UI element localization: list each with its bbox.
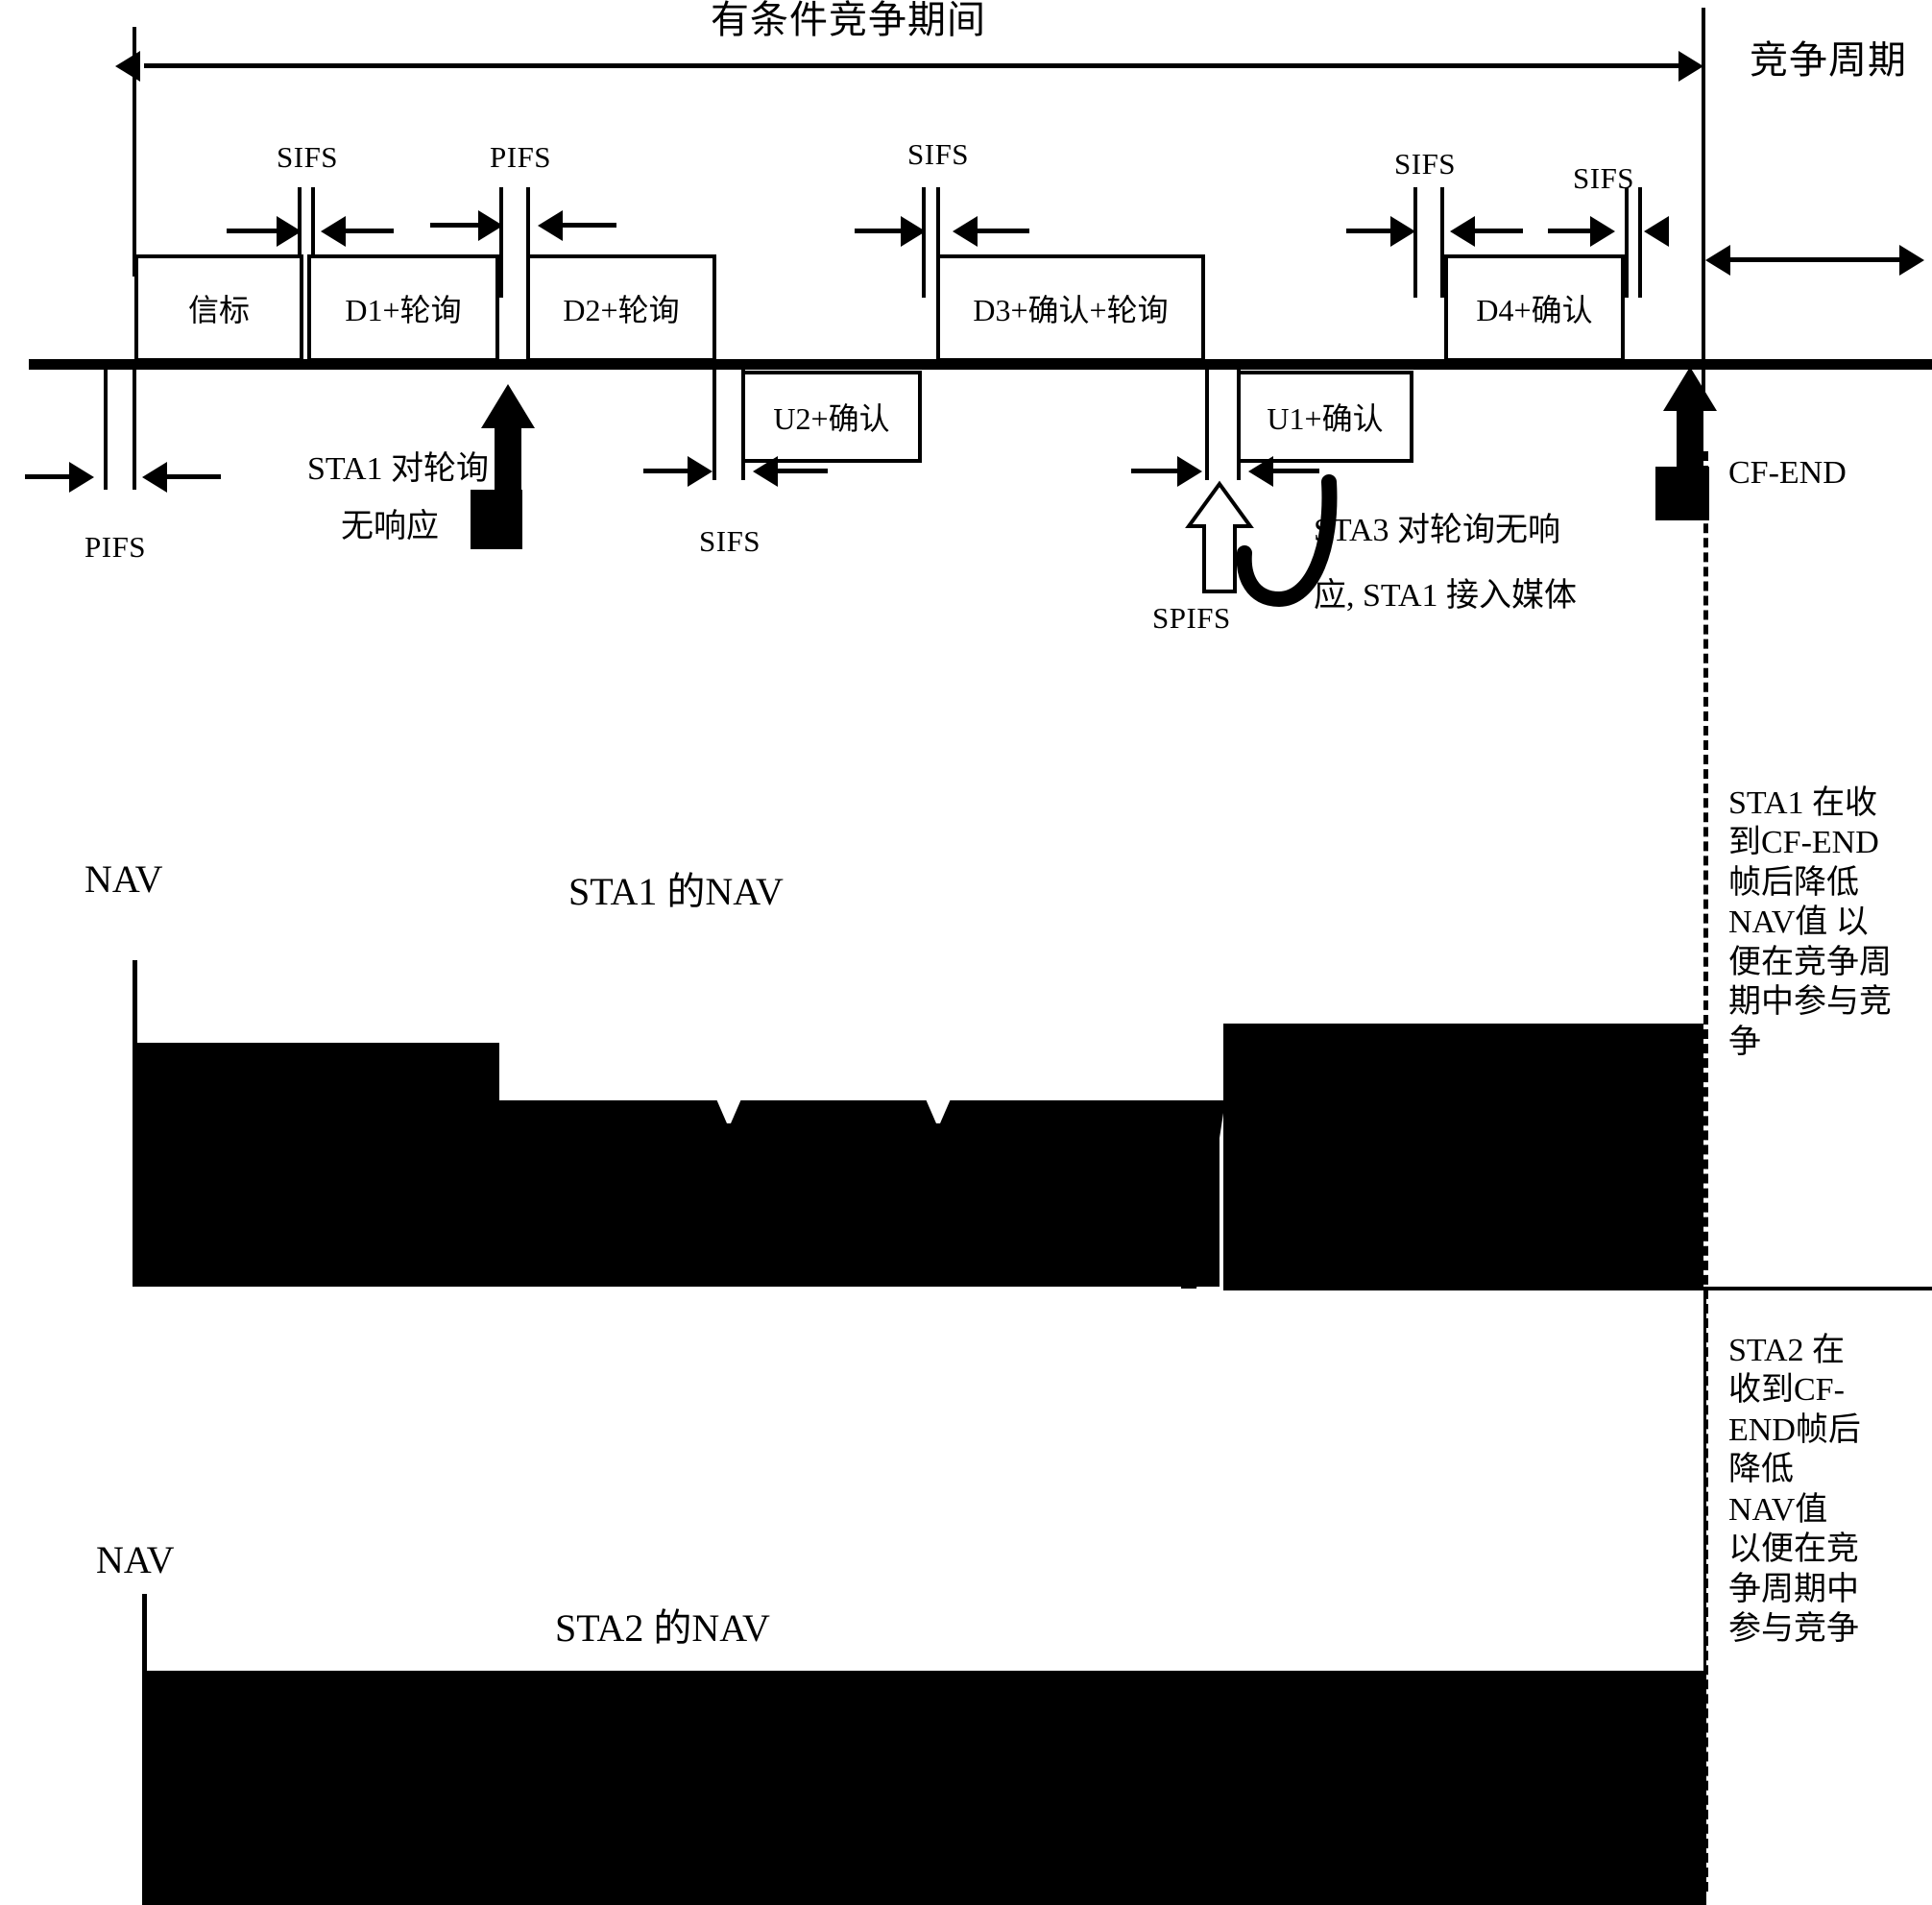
pifs1-arrow-right-shaft bbox=[557, 223, 616, 228]
spifs-tick-a bbox=[1205, 365, 1209, 480]
ifs-label-sifs5: SIFS bbox=[699, 524, 761, 558]
nav-chart-sta2-note-line-2: 收到CF- bbox=[1728, 1372, 1845, 1409]
frame-u2-label: U2+确认 bbox=[773, 401, 890, 436]
cfp-span-arrow-left bbox=[115, 51, 140, 82]
nav-chart-sta1-segment-mid bbox=[499, 1100, 1220, 1287]
sifs1-arrow-right-head bbox=[321, 216, 346, 247]
sifs3-arrow-right-shaft bbox=[1467, 229, 1523, 233]
frame-d3-label: D3+确认+轮询 bbox=[973, 293, 1169, 327]
nav-chart-sta1-axis-label: NAV bbox=[85, 857, 163, 901]
sifs5-tick-b bbox=[741, 365, 745, 480]
nav-chart-sta1-note-line-2: 到CF-END bbox=[1728, 825, 1879, 861]
nav-sections-divider bbox=[1703, 1287, 1932, 1290]
pifs0-tick-b bbox=[133, 365, 136, 490]
nav-chart-sta2-note-line-4: 降低 bbox=[1728, 1452, 1794, 1488]
nav-chart-sta2-segment-high bbox=[144, 1671, 1705, 1905]
annotation-sta3-no-response-line2: 应, STA1 接入媒体 bbox=[1314, 578, 1578, 614]
nav-chart-sta1-note-line-3: 帧后降低 bbox=[1728, 864, 1859, 901]
ifs-label-sifs1: SIFS bbox=[277, 140, 339, 174]
frame-d2-label: D2+轮询 bbox=[563, 293, 680, 327]
sifs5-tick-a bbox=[712, 365, 716, 480]
cp-span-arrow-left bbox=[1705, 245, 1730, 276]
nav-chart-sta2-note-line-5: NAV值 bbox=[1728, 1491, 1828, 1528]
sifs4-arrow-right-head bbox=[1644, 216, 1669, 247]
spifs-tick-b bbox=[1237, 365, 1241, 480]
sifs3-arrow-right-head bbox=[1450, 216, 1475, 247]
sifs5-arrow-right-shaft bbox=[772, 469, 828, 473]
frame-u2[interactable]: U2+确认 bbox=[741, 371, 922, 463]
sifs5-arrow-right-head bbox=[753, 456, 778, 487]
pifs1-tick-a bbox=[499, 187, 503, 298]
nav-chart-sta2-note-line-7: 争周期中 bbox=[1728, 1571, 1859, 1607]
sifs4-tick-b bbox=[1638, 187, 1642, 298]
pifs0-arrow-left-head bbox=[69, 462, 94, 493]
nav-chart-sta2-note: STA2 在 收到CF- END帧后 降低 NAV值 以便在竞 争周期中 参与竞… bbox=[1728, 1331, 1932, 1650]
nav-chart-sta1-note-line-5: 便在竞争周 bbox=[1728, 944, 1892, 980]
frame-d4-label: D4+确认 bbox=[1476, 293, 1593, 327]
nav-chart-sta2-note-line-8: 参与竞争 bbox=[1728, 1611, 1859, 1648]
nav-note-column-divider bbox=[1703, 1287, 1706, 1905]
nav-chart-sta1-notch-1-icon bbox=[714, 1095, 743, 1123]
cp-span-shaft bbox=[1719, 257, 1907, 262]
pifs0-tick-a bbox=[104, 365, 108, 490]
sifs3-tick-a bbox=[1413, 187, 1417, 298]
annotation-sta1-no-response-line1: STA1 对轮询 bbox=[307, 451, 490, 487]
frame-d1[interactable]: D1+轮询 bbox=[307, 254, 499, 362]
sifs4-tick-a bbox=[1625, 187, 1629, 298]
sifs3-arrow-left-head bbox=[1390, 216, 1415, 247]
nav-chart-sta1 bbox=[0, 960, 1932, 1296]
annotation-sta3-no-response-line1: STA3 对轮询无响 bbox=[1314, 513, 1561, 548]
frame-d1-label: D1+轮询 bbox=[345, 293, 462, 327]
cp-span-arrow-right bbox=[1899, 245, 1924, 276]
nav-chart-sta1-note: STA1 在收 到CF-END 帧后降低 NAV值 以 便在竞争周 期中参与竞 … bbox=[1728, 784, 1932, 1062]
nav-chart-sta1-segment-high bbox=[134, 1043, 499, 1287]
ifs-label-sifs3: SIFS bbox=[1394, 147, 1457, 181]
nav-chart-sta1-series-label: STA1 的NAV bbox=[568, 870, 784, 913]
cf-end-up-arrow-icon bbox=[1655, 367, 1730, 520]
nav-chart-sta1-notch-2-icon bbox=[924, 1095, 953, 1123]
nav-chart-sta1-note-line-7: 争 bbox=[1728, 1024, 1761, 1060]
sifs2-arrow-right-shaft bbox=[970, 229, 1029, 233]
frame-u1-label: U1+确认 bbox=[1267, 401, 1384, 436]
nav-chart-sta1-note-line-1: STA1 在收 bbox=[1728, 785, 1878, 821]
contention-period-label: 竞争周期 bbox=[1750, 38, 1907, 82]
ifs-label-spifs: SPIFS bbox=[1152, 601, 1231, 635]
sifs2-tick-a bbox=[922, 187, 926, 298]
sifs5-arrow-left-head bbox=[688, 456, 712, 487]
nav-chart-sta2-note-line-6: 以便在竞 bbox=[1728, 1531, 1859, 1568]
frame-u1[interactable]: U1+确认 bbox=[1237, 371, 1413, 463]
sifs4-arrow-left-head bbox=[1590, 216, 1615, 247]
pifs1-arrow-right-head bbox=[538, 210, 563, 241]
pifs0-arrow-right-shaft bbox=[161, 474, 221, 479]
nav-chart-sta2-note-line-1: STA2 在 bbox=[1728, 1333, 1846, 1368]
frame-beacon[interactable]: 信标 bbox=[134, 254, 303, 362]
cfp-span-arrow-right bbox=[1678, 51, 1703, 82]
frame-d3[interactable]: D3+确认+轮询 bbox=[936, 254, 1205, 362]
ifs-label-sifs2: SIFS bbox=[907, 137, 970, 171]
nav-chart-sta2-note-line-3: END帧后 bbox=[1728, 1411, 1861, 1448]
sta1-no-response-up-arrow-icon bbox=[471, 384, 545, 549]
ifs-label-pifs0: PIFS bbox=[85, 530, 147, 564]
pifs0-arrow-right-head bbox=[142, 462, 167, 493]
page-title: 有条件竞争期间 bbox=[711, 0, 986, 41]
nav-chart-sta1-note-line-6: 期中参与竞 bbox=[1728, 984, 1892, 1021]
nav-chart-sta2-axis-label: NAV bbox=[96, 1538, 175, 1581]
frame-d2[interactable]: D2+轮询 bbox=[526, 254, 716, 362]
annotation-cf-end-label: CF-END bbox=[1728, 455, 1847, 491]
annotation-sta1-no-response-line2: 无响应 bbox=[341, 509, 439, 544]
nav-chart-sta1-segment-final bbox=[1223, 1024, 1703, 1287]
nav-chart-sta1-note-line-4: NAV值 以 bbox=[1728, 904, 1869, 941]
sifs2-arrow-right-head bbox=[953, 216, 978, 247]
ifs-label-pifs1: PIFS bbox=[490, 140, 552, 174]
frame-beacon-label: 信标 bbox=[187, 293, 250, 327]
nav-chart-sta2 bbox=[0, 1594, 1728, 1905]
frame-d4[interactable]: D4+确认 bbox=[1444, 254, 1625, 362]
cfp-span-shaft bbox=[144, 63, 1695, 68]
